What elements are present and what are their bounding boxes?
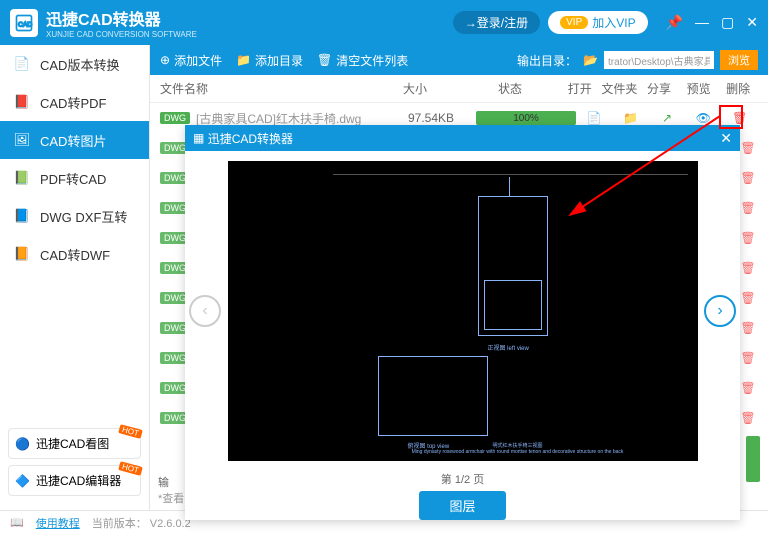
delete-icon[interactable]: 🗑 xyxy=(738,378,758,398)
col-open: 打开 xyxy=(562,80,598,97)
delete-icon[interactable]: 🗑 xyxy=(738,198,758,218)
folder-plus-icon: 📁 xyxy=(236,53,251,67)
minimize-icon[interactable]: — xyxy=(695,14,709,31)
tutorial-link[interactable]: 使用教程 xyxy=(36,515,80,531)
col-share: 分享 xyxy=(641,80,677,97)
app-title: 迅捷CAD转换器 xyxy=(46,6,197,30)
cad-viewer-icon: 🔵 xyxy=(15,437,30,451)
preview-footer: 第 1/2 页 图层 xyxy=(185,471,740,519)
preview-close-icon[interactable]: ✕ xyxy=(720,130,732,147)
pdf-cad-icon: 📗 xyxy=(12,168,32,188)
delete-icon[interactable]: 🗑 xyxy=(738,168,758,188)
dwf-icon: 📙 xyxy=(12,244,32,264)
clear-list-button[interactable]: 🗑清空文件列表 xyxy=(317,52,408,69)
close-icon[interactable]: ✕ xyxy=(746,14,758,31)
dwg-icon: 📘 xyxy=(12,206,32,226)
ruler xyxy=(333,167,688,175)
col-folder: 文件夹 xyxy=(601,80,637,97)
plus-icon: ⊕ xyxy=(160,53,170,67)
preview-title: 迅捷CAD转换器 xyxy=(208,130,293,147)
trash-icon: 🗑 xyxy=(317,53,332,67)
add-file-button[interactable]: ⊕添加文件 xyxy=(160,52,222,69)
delete-icon[interactable]: 🗑 xyxy=(738,348,758,368)
preview-header: ▦ 迅捷CAD转换器 ✕ xyxy=(185,125,740,151)
preview-body: ‹ 正视图 left view 俯视图 top view 明式红木扶手椅三视图M… xyxy=(185,151,740,471)
next-page-button[interactable]: › xyxy=(704,295,736,327)
app-title-block: 迅捷CAD转换器 XUNJIE CAD CONVERSION SOFTWARE xyxy=(46,6,197,39)
toolbar: ⊕添加文件 📁添加目录 🗑清空文件列表 输出目录： 📂 浏览 xyxy=(150,45,768,75)
file-type-badge: DWG xyxy=(160,112,190,124)
layer-button[interactable]: 图层 xyxy=(419,491,505,520)
delete-icon[interactable]: 🗑 xyxy=(738,318,758,338)
image-icon: 🖼 xyxy=(12,130,32,150)
promo-editor[interactable]: 🔷迅捷CAD编辑器HOT xyxy=(8,465,141,496)
svg-text:CAD: CAD xyxy=(18,21,32,28)
option-stub: *查看 xyxy=(158,490,184,506)
app-subtitle: XUNJIE CAD CONVERSION SOFTWARE xyxy=(46,30,197,39)
delete-icon[interactable]: 🗑 xyxy=(738,228,758,248)
sidebar: 📄CAD版本转换 📕CAD转PDF 🖼CAD转图片 📗PDF转CAD 📘DWG … xyxy=(0,45,150,510)
login-button[interactable]: → 登录/注册 xyxy=(453,11,540,34)
hot-badge: HOT xyxy=(118,424,142,439)
col-size: 大小 xyxy=(370,80,460,97)
col-delete: 删除 xyxy=(720,80,756,97)
cad-icon: 📄 xyxy=(12,54,32,74)
pin-icon[interactable]: 📌 xyxy=(666,14,683,31)
nav-cad-to-pdf[interactable]: 📕CAD转PDF xyxy=(0,83,149,121)
preview-modal: ▦ 迅捷CAD转换器 ✕ ‹ 正视图 left view 俯视图 top vie… xyxy=(185,125,740,520)
delete-icon[interactable]: 🗑 xyxy=(738,258,758,278)
output-label: 输出目录： xyxy=(517,52,577,69)
browse-button[interactable]: 浏览 xyxy=(720,50,758,70)
maximize-icon[interactable]: ▢ xyxy=(721,14,734,31)
drawing-label: 正视图 left view xyxy=(488,343,529,352)
file-size: 97.54KB xyxy=(386,111,476,125)
progress-bar: 100% xyxy=(476,111,576,125)
app-logo-icon: CAD xyxy=(10,9,38,37)
nav-dwg-dxf[interactable]: 📘DWG DXF互转 xyxy=(0,197,149,235)
col-status: 状态 xyxy=(460,80,560,97)
nav-cad-to-image[interactable]: 🖼CAD转图片 xyxy=(0,121,149,159)
book-icon: 📖 xyxy=(10,516,24,529)
join-vip-button[interactable]: VIP加入VIP xyxy=(548,11,647,34)
drawing-chair-front xyxy=(478,196,548,336)
col-name: 文件名称 xyxy=(160,80,370,97)
window-controls: 📌 — ▢ ✕ xyxy=(666,14,758,31)
delete-icon[interactable]: 🗑 xyxy=(738,138,758,158)
convert-button[interactable] xyxy=(746,436,760,482)
page-indicator: 第 1/2 页 xyxy=(441,471,484,487)
cad-editor-icon: 🔷 xyxy=(15,474,30,488)
output-path-input[interactable] xyxy=(604,51,714,69)
output-stub: 输 xyxy=(158,474,169,490)
preview-logo-icon: ▦ xyxy=(193,131,204,145)
drawing-caption: 明式红木扶手椅三视图Ming dynasty rosewood armchair… xyxy=(348,442,688,455)
drawing-chair-top xyxy=(378,356,488,436)
folder-icon: 📂 xyxy=(583,53,598,67)
nav-cad-to-dwf[interactable]: 📙CAD转DWF xyxy=(0,235,149,273)
nav-pdf-to-cad[interactable]: 📗PDF转CAD xyxy=(0,159,149,197)
col-preview: 预览 xyxy=(681,80,717,97)
version-text: 当前版本： V2.6.0.2 xyxy=(92,515,191,531)
file-name: [古典家具CAD]红木扶手椅.dwg xyxy=(196,110,386,127)
titlebar: CAD 迅捷CAD转换器 XUNJIE CAD CONVERSION SOFTW… xyxy=(0,0,768,45)
nav-cad-version[interactable]: 📄CAD版本转换 xyxy=(0,45,149,83)
cad-canvas[interactable]: 正视图 left view 俯视图 top view 明式红木扶手椅三视图Min… xyxy=(228,161,698,461)
promo-viewer[interactable]: 🔵迅捷CAD看图HOT xyxy=(8,428,141,459)
delete-icon[interactable]: 🗑 xyxy=(738,288,758,308)
pdf-icon: 📕 xyxy=(12,92,32,112)
table-header: 文件名称 大小 状态 打开 文件夹 分享 预览 删除 xyxy=(150,75,768,103)
hot-badge: HOT xyxy=(118,461,142,476)
prev-page-button[interactable]: ‹ xyxy=(189,295,221,327)
delete-icon[interactable]: 🗑 xyxy=(738,408,758,428)
add-dir-button[interactable]: 📁添加目录 xyxy=(236,52,303,69)
